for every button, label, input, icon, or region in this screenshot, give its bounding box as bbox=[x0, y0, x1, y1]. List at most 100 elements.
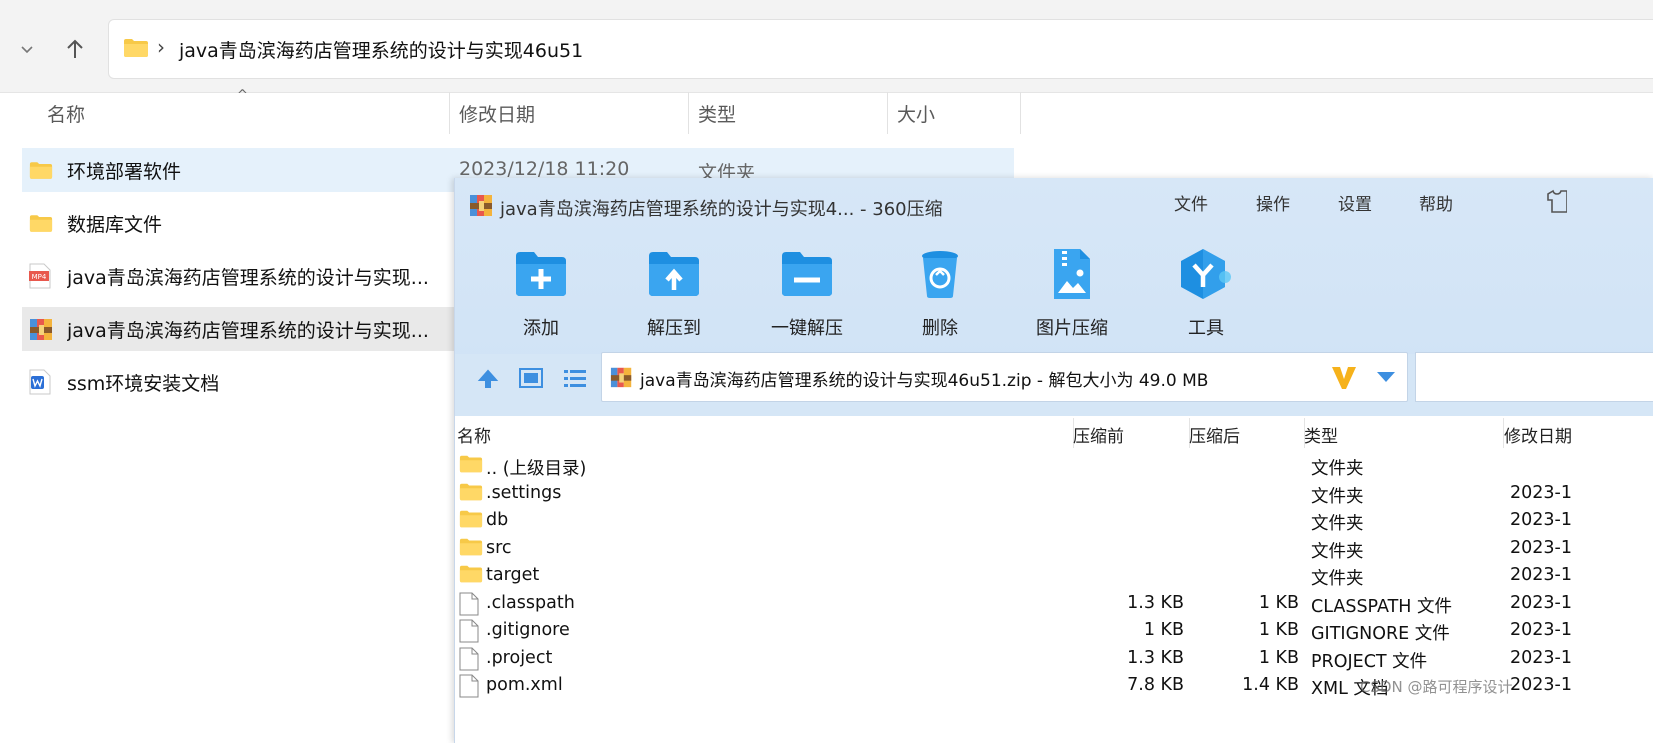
zip-column-name[interactable]: 名称 bbox=[457, 422, 491, 447]
entry-type: 文件夹 bbox=[1311, 487, 1364, 507]
arrow-up-icon[interactable] bbox=[477, 368, 499, 390]
file-icon bbox=[459, 674, 479, 698]
add-button[interactable]: 添加 bbox=[486, 244, 596, 340]
watermark: CSDN @路可程序设计 bbox=[1360, 678, 1513, 696]
extract-to-icon bbox=[649, 252, 699, 296]
entry-name: .. (上级目录) bbox=[486, 459, 587, 479]
entry-modified: 2023-1 bbox=[1510, 675, 1572, 695]
entry-type: PROJECT 文件 bbox=[1311, 652, 1428, 672]
zip-column-modified[interactable]: 修改日期 bbox=[1504, 422, 1572, 447]
zip-window-title: java青岛滨海药店管理系统的设计与实现4... - 360压缩 bbox=[500, 199, 943, 220]
zip-row-parent-dir[interactable]: .. (上级目录) 文件夹 bbox=[455, 452, 1653, 479]
zip-column-type[interactable]: 类型 bbox=[1304, 422, 1338, 447]
menu-help[interactable]: 帮助 bbox=[1419, 190, 1453, 215]
column-divider[interactable] bbox=[688, 92, 689, 134]
up-button[interactable] bbox=[58, 32, 92, 66]
explorer-toolbar: › java青岛滨海药店管理系统的设计与实现46u51 bbox=[0, 0, 1653, 93]
zip-app-icon bbox=[470, 195, 492, 216]
file-name: 数据库文件 bbox=[67, 213, 163, 236]
file-row-video[interactable]: MP4 java青岛滨海药店管理系统的设计与实现... bbox=[22, 254, 454, 298]
entry-modified: 2023-1 bbox=[1510, 538, 1572, 558]
mp4-badge-label: MP4 bbox=[32, 273, 47, 281]
folder-icon bbox=[459, 565, 483, 583]
image-compress-button[interactable]: 图片压缩 bbox=[1017, 244, 1127, 340]
entry-size-after: 1.4 KB bbox=[1242, 675, 1299, 695]
tools-label: 工具 bbox=[1188, 318, 1224, 339]
thumbnail-view-icon[interactable] bbox=[519, 368, 543, 388]
menu-settings[interactable]: 设置 bbox=[1338, 190, 1372, 215]
column-header-size[interactable]: 大小 bbox=[897, 92, 935, 138]
list-view-icon[interactable] bbox=[563, 368, 587, 388]
tools-button[interactable]: 工具 bbox=[1151, 244, 1261, 340]
zip-row-settings[interactable]: .settings 文件夹 2023-1 bbox=[455, 480, 1653, 507]
breadcrumb-separator: › bbox=[157, 35, 165, 59]
entry-size-before: 1 KB bbox=[1143, 620, 1184, 640]
zip-row-project[interactable]: .project 1.3 KB 1 KB PROJECT 文件 2023-1 bbox=[455, 645, 1653, 672]
extract-to-button[interactable]: 解压到 bbox=[619, 244, 729, 340]
word-doc-icon bbox=[29, 369, 51, 395]
column-divider[interactable] bbox=[449, 92, 450, 134]
entry-name: pom.xml bbox=[486, 675, 563, 695]
entry-size-after: 1 KB bbox=[1258, 620, 1299, 640]
column-header-name[interactable]: 名称 bbox=[47, 92, 85, 138]
zip-column-before[interactable]: 压缩前 bbox=[1073, 422, 1124, 447]
zip-row-target[interactable]: target 文件夹 2023-1 bbox=[455, 562, 1653, 589]
entry-type: CLASSPATH 文件 bbox=[1311, 597, 1453, 617]
menu-file[interactable]: 文件 bbox=[1174, 190, 1208, 215]
skin-icon[interactable] bbox=[1545, 188, 1567, 214]
file-row-zip-archive[interactable]: java青岛滨海药店管理系统的设计与实现... bbox=[22, 307, 454, 351]
zip-row-db[interactable]: db 文件夹 2023-1 bbox=[455, 507, 1653, 534]
entry-type: 文件夹 bbox=[1311, 542, 1364, 562]
menu-operation[interactable]: 操作 bbox=[1256, 190, 1290, 215]
zip-row-classpath[interactable]: .classpath 1.3 KB 1 KB CLASSPATH 文件 2023… bbox=[455, 590, 1653, 617]
zip-header: java青岛滨海药店管理系统的设计与实现4... - 360压缩 文件 操作 设… bbox=[455, 178, 1653, 416]
file-row-doc[interactable]: ssm环境安装文档 bbox=[22, 360, 454, 404]
archive-search-input[interactable] bbox=[1415, 352, 1653, 402]
delete-button[interactable]: 删除 bbox=[885, 244, 995, 340]
file-name: java青岛滨海药店管理系统的设计与实现... bbox=[67, 319, 429, 342]
file-name: ssm环境安装文档 bbox=[67, 372, 220, 395]
file-modified-date: 2023/12/18 11:20 bbox=[459, 158, 630, 180]
zip-window: java青岛滨海药店管理系统的设计与实现4... - 360压缩 文件 操作 设… bbox=[454, 178, 1653, 743]
entry-modified: 2023-1 bbox=[1510, 593, 1572, 613]
file-name: java青岛滨海药店管理系统的设计与实现... bbox=[67, 266, 429, 289]
file-name: 环境部署软件 bbox=[67, 160, 182, 183]
entry-name: .settings bbox=[486, 483, 562, 503]
column-header-type[interactable]: 类型 bbox=[698, 92, 736, 138]
zip-row-gitignore[interactable]: .gitignore 1 KB 1 KB GITIGNORE 文件 2023-1 bbox=[455, 617, 1653, 644]
breadcrumb-current-folder[interactable]: java青岛滨海药店管理系统的设计与实现46u51 bbox=[179, 36, 583, 63]
column-divider[interactable] bbox=[1020, 92, 1021, 134]
archive-path-bar[interactable]: java青岛滨海药店管理系统的设计与实现46u51.zip - 解包大小为 49… bbox=[601, 352, 1408, 402]
archive-path-text: java青岛滨海药店管理系统的设计与实现46u51.zip - 解包大小为 49… bbox=[640, 371, 1209, 391]
entry-size-before: 1.3 KB bbox=[1127, 593, 1184, 613]
zip-row-src[interactable]: src 文件夹 2023-1 bbox=[455, 535, 1653, 562]
zip-column-after[interactable]: 压缩后 bbox=[1189, 422, 1240, 447]
one-click-extract-label: 一键解压 bbox=[771, 318, 843, 339]
zip-archive-icon bbox=[30, 319, 52, 340]
mp4-file-icon: MP4 bbox=[29, 263, 51, 289]
entry-modified: 2023-1 bbox=[1510, 483, 1572, 503]
entry-size-before: 1.3 KB bbox=[1127, 648, 1184, 668]
entry-name: .project bbox=[486, 648, 553, 668]
folder-icon bbox=[459, 538, 483, 556]
file-icon bbox=[459, 647, 479, 671]
sort-ascending-icon: ^ bbox=[237, 88, 248, 103]
chevron-down-icon[interactable] bbox=[1376, 371, 1396, 383]
file-row-database[interactable]: 数据库文件 bbox=[22, 201, 454, 245]
file-icon bbox=[459, 592, 479, 616]
file-icon bbox=[459, 619, 479, 643]
arrow-up-icon bbox=[67, 39, 83, 58]
entry-type: GITIGNORE 文件 bbox=[1311, 624, 1450, 644]
entry-type: 文件夹 bbox=[1311, 459, 1364, 479]
column-header-modified[interactable]: 修改日期 bbox=[459, 92, 535, 138]
vip-icon[interactable] bbox=[1330, 363, 1358, 391]
file-row-env-software[interactable]: 环境部署软件 bbox=[22, 148, 454, 192]
entry-size-after: 1 KB bbox=[1258, 593, 1299, 613]
entry-type: 文件夹 bbox=[1311, 569, 1364, 589]
address-bar[interactable]: › java青岛滨海药店管理系统的设计与实现46u51 bbox=[108, 19, 1653, 79]
image-compress-label: 图片压缩 bbox=[1036, 318, 1108, 339]
one-click-extract-button[interactable]: 一键解压 bbox=[752, 244, 862, 340]
entry-size-after: 1 KB bbox=[1258, 648, 1299, 668]
recent-locations-button[interactable] bbox=[10, 32, 44, 66]
column-divider[interactable] bbox=[887, 92, 888, 134]
